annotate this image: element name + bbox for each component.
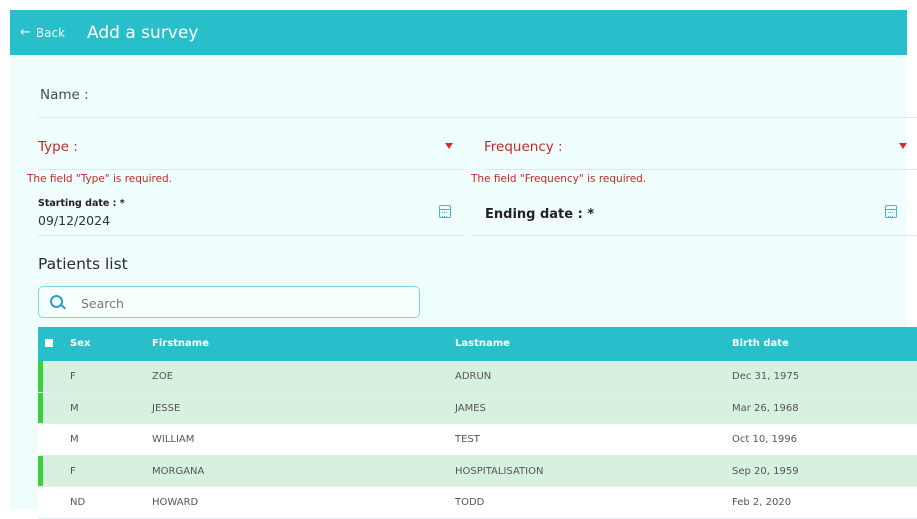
selection-marker	[38, 392, 43, 423]
selection-marker	[38, 361, 43, 392]
search-icon	[50, 295, 63, 308]
cell-lastname: TODD	[455, 497, 485, 508]
type-select[interactable]: Type :	[38, 139, 463, 170]
search-input[interactable]	[79, 292, 403, 314]
cell-lastname: TEST	[455, 434, 480, 445]
type-label: Type :	[38, 139, 78, 155]
cell-lastname: HOSPITALISATION	[455, 465, 544, 477]
table-row[interactable]: M JESSE JAMES Mar 26, 1968	[38, 392, 917, 424]
caret-down-icon	[899, 143, 907, 149]
table-row[interactable]: F MORGANA HOSPITALISATION Sep 20, 1959	[38, 455, 917, 487]
cell-sex: ND	[70, 497, 86, 508]
type-error-message: The field "Type" is required.	[27, 173, 173, 185]
selection-marker	[38, 455, 43, 486]
table-row[interactable]: ND HOWARD TODD Feb 2, 2020	[38, 487, 917, 519]
patients-list-title: Patients list	[38, 255, 128, 273]
calendar-icon[interactable]	[439, 205, 451, 218]
search-box[interactable]	[38, 286, 420, 318]
cell-firstname: JESSE	[152, 402, 181, 414]
page-title: Add a survey	[87, 22, 199, 43]
frequency-label: Frequency :	[484, 139, 563, 155]
cell-firstname: WILLIAM	[152, 434, 195, 445]
calendar-icon[interactable]	[885, 205, 897, 218]
starting-date-value: 09/12/2024	[38, 213, 111, 228]
table-header: Sex Firstname Lastname Birth date	[38, 327, 917, 361]
patients-table: Sex Firstname Lastname Birth date F ZOE …	[38, 327, 917, 519]
ending-date-label: Ending date : *	[485, 207, 595, 222]
cell-sex: F	[70, 465, 76, 477]
frequency-select[interactable]: Frequency :	[484, 139, 917, 170]
cell-lastname: ADRUN	[455, 371, 492, 382]
back-label: Back	[35, 25, 66, 40]
cell-firstname: ZOE	[152, 371, 174, 382]
ending-date-field[interactable]: Ending date : *	[473, 195, 917, 236]
select-all-checkbox[interactable]	[45, 339, 53, 347]
back-button[interactable]: ← Back	[20, 25, 65, 40]
cell-birth-date: Oct 10, 1996	[732, 434, 797, 445]
cell-firstname: MORGANA	[152, 465, 205, 477]
column-header-sex[interactable]: Sex	[70, 338, 90, 349]
cell-firstname: HOWARD	[152, 497, 199, 508]
column-header-lastname[interactable]: Lastname	[455, 338, 510, 349]
cell-lastname: JAMES	[455, 402, 486, 414]
app-header: ← Back Add a survey	[10, 10, 907, 55]
cell-birth-date: Dec 31, 1975	[732, 371, 800, 382]
caret-down-icon	[445, 143, 453, 149]
cell-birth-date: Sep 20, 1959	[732, 465, 799, 477]
name-field[interactable]: Name :	[38, 79, 917, 118]
table-row[interactable]: M WILLIAM TEST Oct 10, 1996	[38, 424, 917, 456]
cell-sex: M	[70, 402, 79, 414]
form-panel: Name : Type : Frequency : The field "Typ…	[10, 55, 917, 519]
cell-birth-date: Mar 26, 1968	[732, 402, 799, 414]
name-label: Name :	[40, 87, 89, 103]
column-header-firstname[interactable]: Firstname	[152, 338, 209, 349]
table-row[interactable]: F ZOE ADRUN Dec 31, 1975	[38, 361, 917, 393]
cell-sex: M	[70, 434, 79, 445]
starting-date-field[interactable]: Starting date : * 09/12/2024	[38, 195, 463, 236]
arrow-left-icon: ←	[20, 25, 31, 40]
cell-birth-date: Feb 2, 2020	[732, 497, 792, 508]
frequency-error-message: The field "Frequency" is required.	[471, 173, 647, 185]
cell-sex: F	[70, 371, 76, 382]
starting-date-label: Starting date : *	[38, 198, 125, 209]
column-header-birth-date[interactable]: Birth date	[732, 338, 789, 349]
